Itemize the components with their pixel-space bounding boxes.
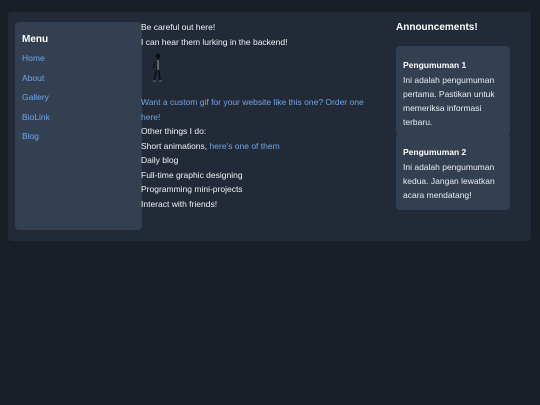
short-animations-line: Short animations, here's one of them bbox=[141, 139, 381, 154]
sidebar-item-blog[interactable]: Blog bbox=[22, 131, 135, 151]
list-item: Programming mini-projects bbox=[141, 184, 243, 194]
sidebar-item-about[interactable]: About bbox=[22, 73, 135, 93]
intro-line-2: I can hear them lurking in the backend! bbox=[141, 36, 288, 47]
animation-sample-link[interactable]: here's one of them bbox=[210, 141, 280, 151]
announcement-card: Pengumuman 2 Ini adalah pengumuman kedua… bbox=[396, 133, 510, 210]
character-figure-icon bbox=[152, 53, 162, 82]
sidebar-item-biolink[interactable]: BioLink bbox=[22, 112, 135, 132]
character-gif bbox=[141, 49, 381, 95]
order-gif-link[interactable]: Want a custom gif for your website like … bbox=[141, 97, 364, 122]
announcement-title: Pengumuman 1 bbox=[403, 60, 467, 70]
other-things-heading: Other things I do: bbox=[141, 126, 207, 136]
list-item: Interact with friends! bbox=[141, 198, 218, 209]
list-item: Full-time graphic designing bbox=[141, 169, 243, 180]
list-item: Daily blog bbox=[141, 155, 179, 165]
sidebar-item-home[interactable]: Home bbox=[22, 53, 135, 73]
announcement-title: Pengumuman 2 bbox=[403, 147, 467, 157]
intro-line-1: Be careful out here! bbox=[141, 22, 216, 32]
announcements-title: Announcements! bbox=[396, 22, 478, 33]
sidebar-item-gallery[interactable]: Gallery bbox=[22, 92, 135, 112]
announcement-body: Ini adalah pengumuman kedua. Jangan lewa… bbox=[403, 162, 495, 200]
announcement-body: Ini adalah pengumuman pertama. Pastikan … bbox=[403, 75, 495, 127]
sidebar: Menu Home About Gallery BioLink Blog bbox=[15, 22, 142, 230]
short-animations-text: Short animations, bbox=[141, 140, 208, 151]
sidebar-title: Menu bbox=[22, 34, 49, 45]
main-content: Be careful out here! I can hear them lur… bbox=[141, 20, 381, 211]
announcement-card: Pengumuman 1 Ini adalah pengumuman perta… bbox=[396, 46, 510, 135]
